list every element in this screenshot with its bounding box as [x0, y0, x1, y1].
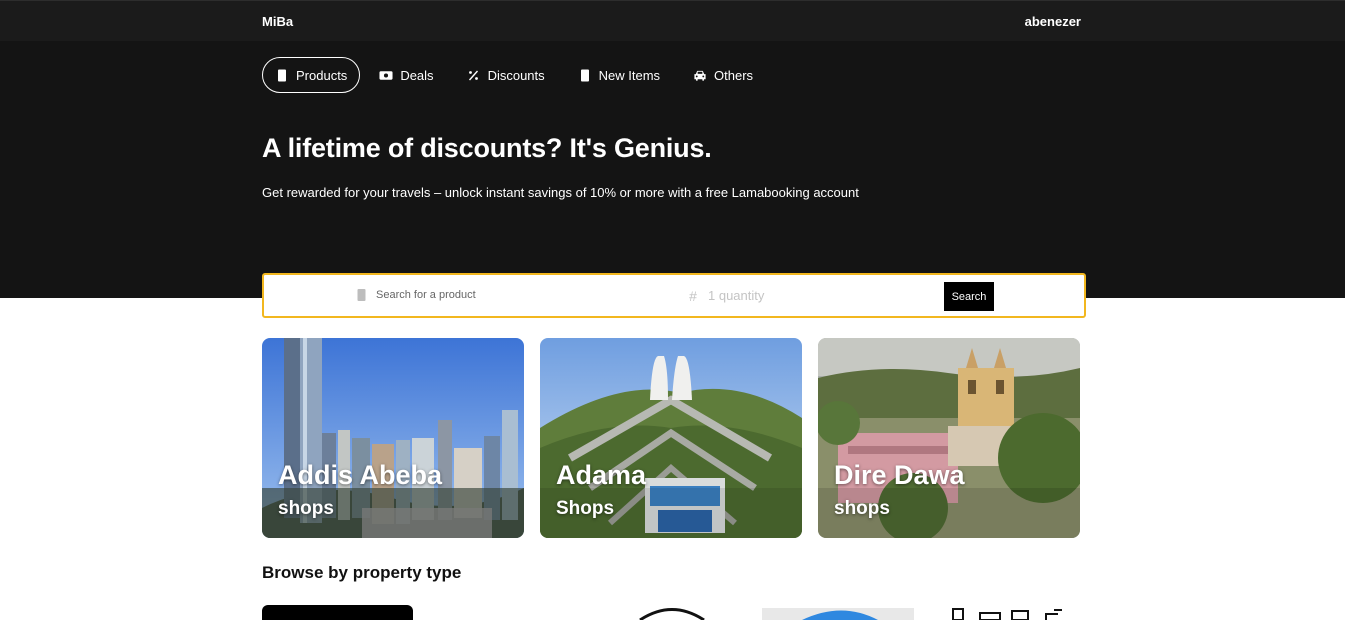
city-name: Adama	[556, 460, 647, 490]
city-name: Dire Dawa	[834, 460, 965, 490]
money-icon	[379, 68, 393, 82]
quantity-field: #	[686, 287, 828, 304]
product-icon	[354, 288, 368, 302]
nav-item-others[interactable]: Others	[679, 57, 767, 93]
city-subtitle: Shops	[556, 498, 615, 519]
nav-item-deals[interactable]: Deals	[365, 57, 447, 93]
property-type-thumb-3[interactable]	[762, 605, 914, 620]
top-bar: MiBa abenezer	[0, 0, 1345, 41]
search-button[interactable]: Search	[944, 282, 994, 311]
nav-item-new-items[interactable]: New Items	[564, 57, 674, 93]
category-nav: Products Deals Discounts New Items Other…	[262, 57, 772, 93]
quantity-input[interactable]	[708, 288, 828, 303]
search-input[interactable]	[376, 289, 576, 301]
search-bar: # Search	[262, 273, 1086, 318]
city-subtitle: shops	[834, 498, 890, 519]
browse-section-title: Browse by property type	[262, 563, 462, 582]
product-icon	[578, 68, 592, 82]
nav-item-discounts[interactable]: Discounts	[453, 57, 559, 93]
property-type-thumb-2[interactable]	[637, 605, 707, 620]
property-type-thumb-1[interactable]	[262, 605, 413, 620]
car-icon	[693, 68, 707, 82]
hero-subtitle: Get rewarded for your travels – unlock i…	[262, 185, 859, 200]
city-card-dire-dawa[interactable]: Dire Dawa shops	[818, 338, 1080, 538]
nav-item-label: New Items	[598, 67, 661, 83]
city-subtitle: shops	[278, 498, 334, 519]
hero-title: A lifetime of discounts? It's Genius.	[262, 133, 712, 163]
property-type-thumb-4[interactable]	[950, 605, 1065, 620]
city-cards: Addis Abeba shops Adama Shops Dire Dawa …	[262, 338, 1080, 538]
nav-item-products[interactable]: Products	[262, 57, 361, 93]
product-icon	[275, 68, 289, 82]
brand-logo[interactable]: MiBa	[262, 14, 293, 29]
nav-item-label: Products	[296, 67, 348, 83]
nav-item-label: Discounts	[487, 67, 545, 83]
city-name: Addis Abeba	[278, 460, 443, 490]
hash-icon: #	[689, 287, 697, 304]
product-search-field	[354, 288, 576, 302]
percent-icon	[467, 68, 481, 82]
nav-item-label: Deals	[400, 67, 434, 83]
user-name[interactable]: abenezer	[1025, 14, 1081, 29]
city-card-adama[interactable]: Adama Shops	[540, 338, 802, 538]
city-card-addis-abeba[interactable]: Addis Abeba shops	[262, 338, 524, 538]
nav-item-label: Others	[714, 67, 754, 83]
